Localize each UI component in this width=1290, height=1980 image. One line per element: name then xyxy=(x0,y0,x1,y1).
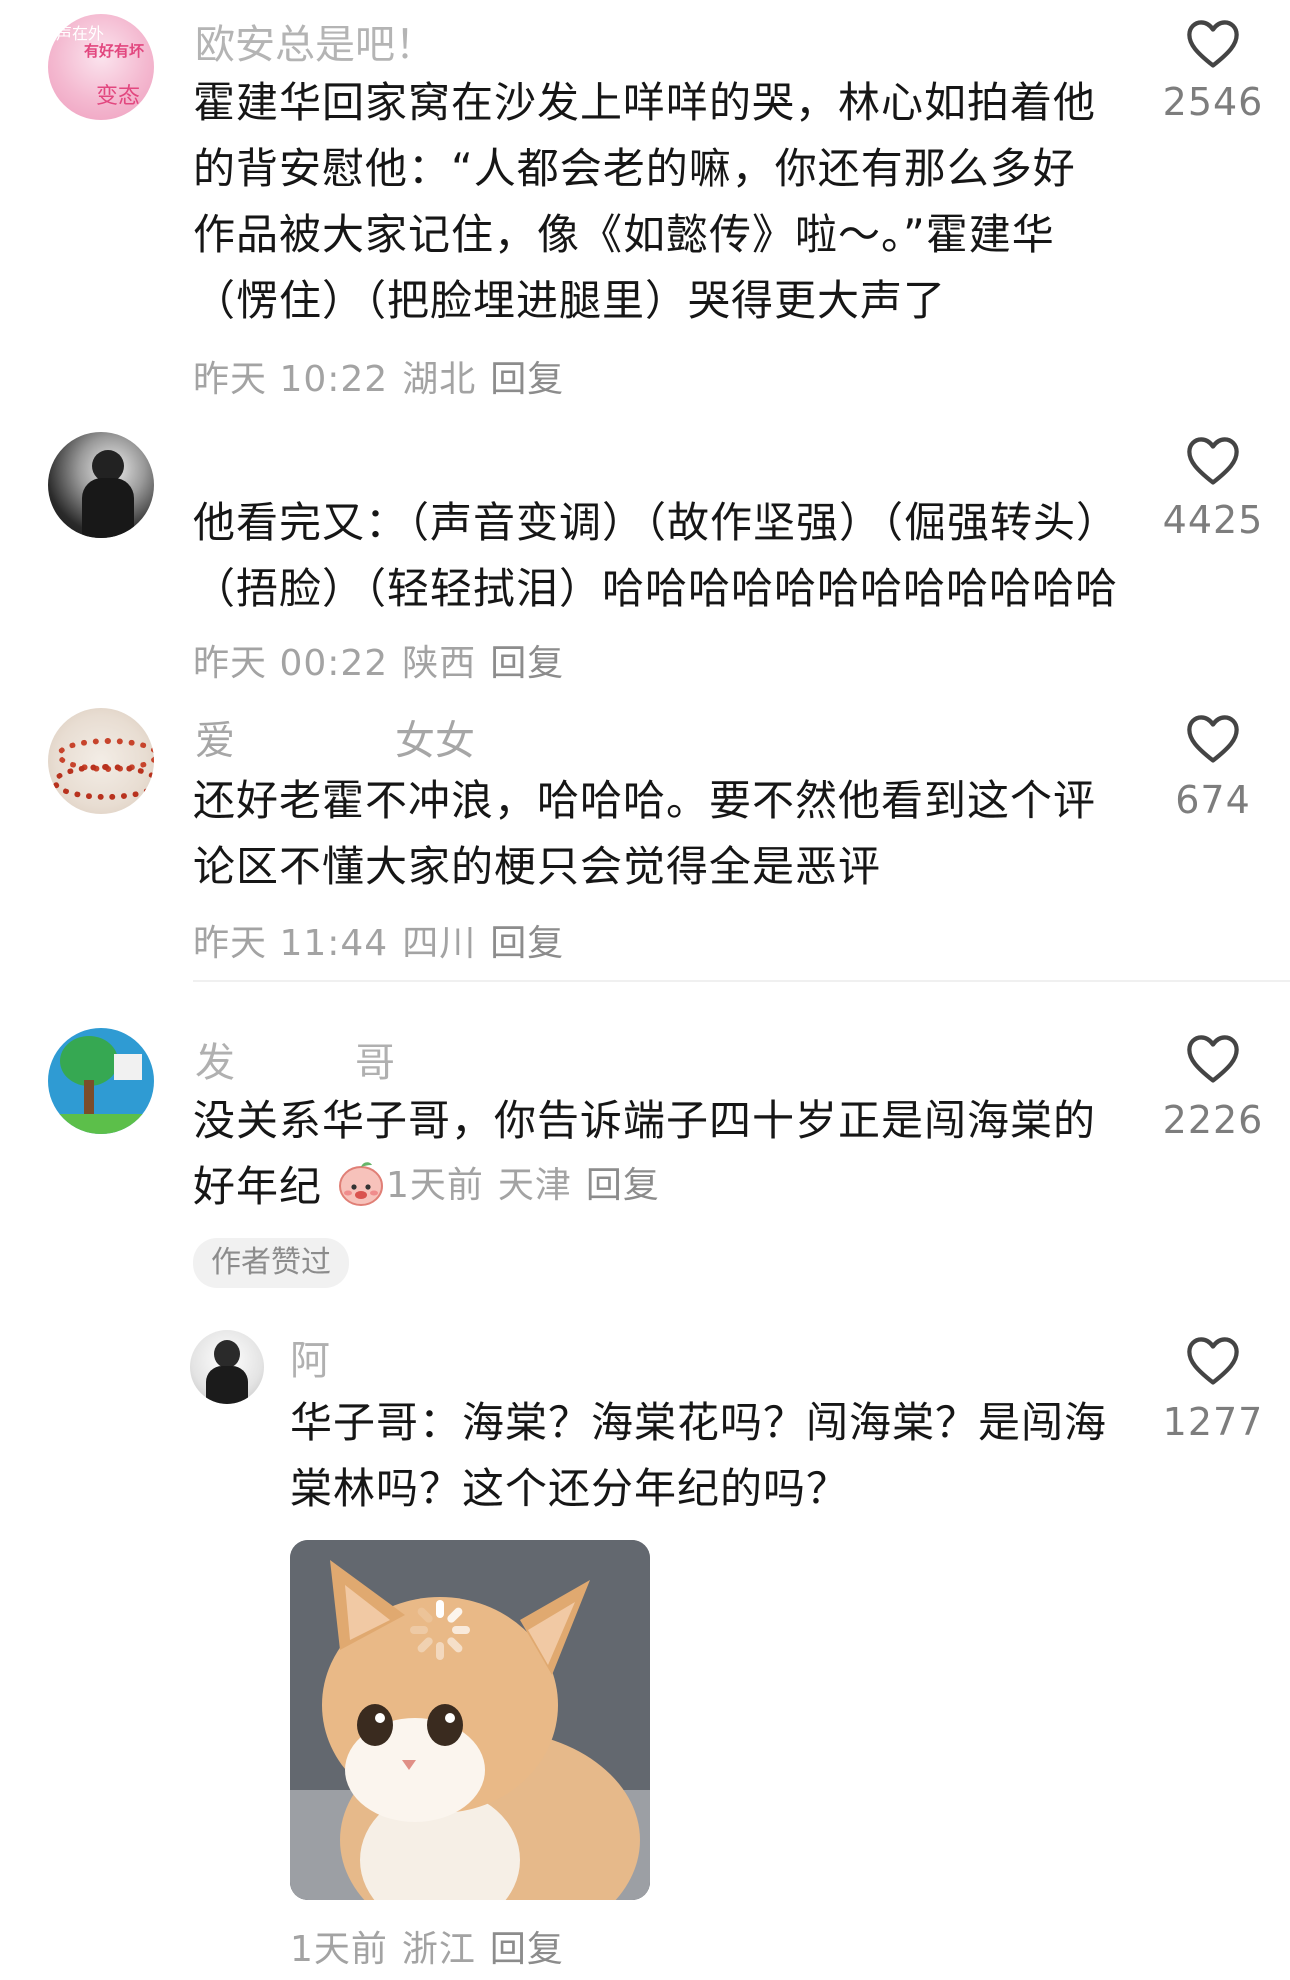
divider xyxy=(193,980,1290,982)
reply-button[interactable]: 回复 xyxy=(490,359,564,400)
comment-location: 天津 xyxy=(497,1165,572,1206)
comment-time: 1天前 xyxy=(386,1165,484,1206)
comment-location: 陕西 xyxy=(402,643,477,684)
heart-outline-icon[interactable] xyxy=(1184,712,1242,764)
comment-text: 他看完又：（声音变调）（故作坚强）（倔强转头）（捂脸）（轻轻拭泪）哈哈哈哈哈哈哈… xyxy=(193,498,1119,613)
avatar-figure xyxy=(214,1340,240,1368)
like-count: 2546 xyxy=(1162,80,1264,124)
comment-meta: 昨天 11:44 四川 回复 xyxy=(193,914,564,966)
comment-image[interactable] xyxy=(290,1540,650,1900)
avatar[interactable] xyxy=(48,432,154,538)
kitten-image xyxy=(290,1540,650,1900)
comment-meta: 1天前 浙江 回复 xyxy=(290,1920,564,1972)
avatar-house xyxy=(114,1054,142,1080)
comment-username[interactable]: 发 哥 xyxy=(195,1030,395,1088)
comment-meta: 昨天 00:22 陕西 回复 xyxy=(193,634,564,686)
avatar-beads xyxy=(52,764,154,800)
author-liked-badge: 作者赞过 xyxy=(193,1238,349,1288)
reply-button[interactable]: 回复 xyxy=(490,923,564,964)
avatar-ground xyxy=(48,1114,154,1134)
comment-username[interactable]: 欧安总是吧！ xyxy=(195,12,435,70)
avatar-figure-body xyxy=(206,1366,248,1404)
comment-username[interactable]: 爱 女女 xyxy=(195,708,475,766)
comment-time: 昨天 00:22 xyxy=(193,643,389,684)
comment-location: 四川 xyxy=(402,923,477,964)
comment-location: 湖北 xyxy=(402,359,477,400)
avatar-tree xyxy=(60,1036,118,1086)
comment-location: 浙江 xyxy=(401,1929,476,1970)
heart-outline-icon[interactable] xyxy=(1184,434,1242,486)
comment-time: 昨天 11:44 xyxy=(193,923,389,964)
heart-outline-icon[interactable] xyxy=(1184,1334,1242,1386)
reply-button[interactable]: 回复 xyxy=(490,643,564,684)
comment-text: 霍建华回家窝在沙发上咩咩的哭，林心如拍着他的背安慰他：“人都会老的嘛，你还有那么… xyxy=(193,78,1097,325)
avatar-text: 有好有坏 xyxy=(84,42,145,60)
like-count: 2226 xyxy=(1162,1098,1264,1142)
like-count: 674 xyxy=(1175,778,1251,822)
avatar[interactable] xyxy=(190,1330,264,1404)
comment-text: 华子哥：海棠？海棠花吗？闯海棠？是闯海棠林吗？这个还分年纪的吗？ xyxy=(290,1398,1108,1513)
comment-meta: 1天前 天津 回复 xyxy=(386,1156,660,1208)
comment-time: 1天前 xyxy=(290,1929,388,1970)
avatar[interactable] xyxy=(48,1028,154,1134)
reply-button[interactable]: 回复 xyxy=(490,1929,564,1970)
heart-outline-icon[interactable] xyxy=(1184,1032,1242,1084)
avatar[interactable] xyxy=(48,708,154,814)
heart-outline-icon[interactable] xyxy=(1184,17,1242,69)
peach-face-emoji-icon xyxy=(339,1162,384,1206)
comment-username[interactable]: 阿 xyxy=(290,1328,490,1386)
reply-button[interactable]: 回复 xyxy=(586,1165,660,1206)
like-count: 4425 xyxy=(1162,498,1264,542)
comment-meta: 昨天 10:22 湖北 回复 xyxy=(193,350,564,402)
comment-text: 还好老霍不冲浪，哈哈哈。要不然他看到这个评论区不懂大家的梗只会觉得全是恶评 xyxy=(193,776,1097,891)
like-count: 1277 xyxy=(1162,1400,1264,1444)
avatar-text: 变态 xyxy=(96,84,141,109)
comment-time: 昨天 10:22 xyxy=(193,359,389,400)
avatar[interactable]: 声在外 有好有坏 变态 xyxy=(48,14,154,120)
avatar-figure-body xyxy=(82,478,134,538)
